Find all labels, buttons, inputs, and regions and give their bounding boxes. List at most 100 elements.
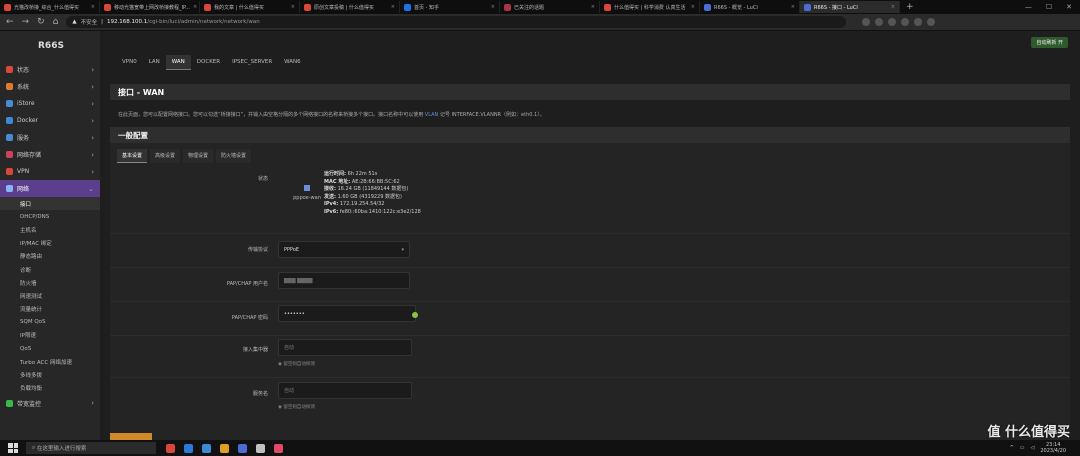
tab-wan[interactable]: WAN [165,55,191,70]
tab-close-icon[interactable]: × [891,4,895,10]
sidebar-subitem[interactable]: SQM QoS [0,316,100,329]
brand-logo[interactable]: R66S [0,31,100,61]
browser-tab[interactable]: R66S - 接口 - LuCI × [800,1,900,13]
config-subtab[interactable]: 基本设置 [117,149,148,163]
browser-tab[interactable]: 移动光猫宽带上网改桥接教程_IP... × [100,1,200,13]
sidebar-item[interactable]: 状态 › [0,61,100,78]
url-path: /cgi-bin/luci/admin/network/network/wan [147,19,260,25]
sidebar-item[interactable]: iStore › [0,95,100,112]
sidebar-item[interactable]: 系统 › [0,78,100,95]
username-label: PAP/CHAP 用户名 [226,281,268,287]
tab-lan[interactable]: LAN [143,55,166,70]
tab-close-icon[interactable]: × [691,4,695,10]
auto-refresh-button[interactable]: 自动刷新 开 [1031,37,1068,48]
home-icon[interactable]: ⌂ [53,17,59,27]
status-line: 接收: 16.24 GB (11849144 数据包) [324,186,421,194]
sidebar-item[interactable]: 网络存储 › [0,146,100,163]
browser-tab[interactable]: 我的文章 | 什么值得买 × [200,1,300,13]
windows-start-icon[interactable] [8,443,18,453]
sidebar-item-network[interactable]: 网络 ⌄ [0,180,100,197]
sidebar-subitem[interactable]: DHCP/DNS [0,210,100,223]
status-line: IPv4: 172.19.254.54/32 [324,201,421,209]
tab-close-icon[interactable]: × [291,4,295,10]
extension-icon[interactable] [862,18,871,26]
browser-tab[interactable]: 首页 - 知乎 × [400,1,500,13]
profile-avatar-icon[interactable] [927,18,936,26]
extension-icon[interactable] [875,18,884,26]
ac-input[interactable]: 自动 [278,339,412,356]
browser-tab-bar: 光猫改桥接_综合_什么值得买 × 移动光猫宽带上网改桥接教程_IP... × 我的文章 … [0,0,1080,14]
tab-docker[interactable]: DOCKER [191,55,226,70]
url-input[interactable]: ▲ 不安全 | 192.168.100.1/cgi-bin/luci/admin… [66,16,847,28]
taskbar-app-icon[interactable] [274,443,283,453]
new-tab-button[interactable]: + [900,2,920,12]
tab-close-icon[interactable]: × [193,4,197,10]
sidebar-subitem[interactable]: 网速测试 [0,289,100,302]
sidebar-subitem[interactable]: IP限速 [0,329,100,342]
sidebar-subitem[interactable]: 负载均衡 [0,382,100,395]
sidebar-item[interactable]: 服务 › [0,129,100,146]
tab-close-icon[interactable]: × [91,4,95,10]
taskbar-app-icon[interactable] [166,443,175,453]
extension-icon[interactable] [888,18,897,26]
taskbar-app-icon[interactable] [202,443,211,453]
forward-icon[interactable]: → [22,17,30,27]
sidebar-subitem[interactable]: QoS [0,342,100,355]
back-icon[interactable]: ← [6,17,14,27]
config-subtab[interactable]: 防火墙设置 [216,149,252,163]
network-icon[interactable]: ▭ [1020,445,1025,451]
sidebar-subitem[interactable]: 流量统计 [0,303,100,316]
reload-icon[interactable]: ↻ [37,17,45,27]
config-subtab[interactable]: 物理设置 [183,149,214,163]
vlan-link[interactable]: VLAN [425,112,438,118]
tab-close-icon[interactable]: × [491,4,495,10]
taskbar-search[interactable]: ⌕ 在这里输入进行搜索 [26,442,156,454]
maximize-icon[interactable]: ☐ [1046,3,1052,11]
proto-select[interactable]: PPPoE [278,241,410,258]
sidebar-item[interactable]: VPN › [0,163,100,180]
tab-ipsec_server[interactable]: IPSEC_SERVER [226,55,278,70]
tab-close-icon[interactable]: × [391,4,395,10]
browser-tab[interactable]: 光猫改桥接_综合_什么值得买 × [0,1,100,13]
browser-tab[interactable]: 原创文章投稿 | 什么值得买 × [300,1,400,13]
sidebar-subitem[interactable]: IP/MAC 绑定 [0,237,100,250]
tab-vpn0[interactable]: VPN0 [116,55,143,70]
sidebar-item[interactable]: Docker › [0,112,100,129]
taskbar-app-icon[interactable] [184,443,193,453]
username-input[interactable]: ▇▇▇ ▇▇▇▇ [278,272,410,289]
sidebar-subitem[interactable]: 主机名 [0,223,100,236]
sidebar-subitem[interactable]: 诊断 [0,263,100,276]
tab-close-icon[interactable]: × [791,4,795,10]
taskbar-app-icon[interactable] [256,443,265,453]
minimize-icon[interactable]: — [1025,3,1032,11]
reveal-password-icon[interactable] [412,312,418,318]
page-title: 接口 - WAN [110,84,1070,100]
browser-tab[interactable]: 已关注的话题 × [500,1,600,13]
tray-chevron-icon[interactable]: ^ [1010,445,1014,451]
save-button[interactable] [110,433,152,440]
sidebar-subitem[interactable]: 防火墙 [0,276,100,289]
config-subtab[interactable]: 高级设置 [150,149,181,163]
sidebar-item-label: Docker [17,117,39,124]
password-input[interactable]: ••••••• [278,305,416,322]
general-config-section: 一般配置 基本设置 高级设置 物理设置 防火墙设置 状态 pppoe-wan 运行时间… [110,127,1070,440]
taskbar-app-icon[interactable] [220,443,229,453]
sidebar-item-bandwidth[interactable]: 带宽监控 › [0,395,100,412]
browser-tab[interactable]: R66S - 概览 - LuCI × [700,1,800,13]
tab-wan6[interactable]: WAN6 [278,55,307,70]
sidebar-subitem[interactable]: Turbo ACC 网络加速 [0,355,100,368]
sidebar-subitem[interactable]: 多线多拨 [0,368,100,381]
sidebar-subitem[interactable]: 接口 [0,197,100,211]
tab-close-icon[interactable]: × [591,4,595,10]
service-hint: ◉ 留空则自动探测 [278,405,315,410]
clock[interactable]: 23:14 2023/4/20 [1040,442,1066,454]
extension-icon[interactable] [914,18,923,26]
taskbar-app-icon[interactable] [238,443,247,453]
close-icon[interactable]: ✕ [1066,3,1072,11]
sidebar-subitem[interactable]: 静态路由 [0,250,100,263]
volume-icon[interactable]: ◁ [1031,445,1035,451]
extension-icon[interactable] [901,18,910,26]
browser-tab[interactable]: 什么值得买 | 科学消费 认真生活 × [600,1,700,13]
service-input[interactable]: 自动 [278,382,412,399]
menu-icon [6,83,13,90]
